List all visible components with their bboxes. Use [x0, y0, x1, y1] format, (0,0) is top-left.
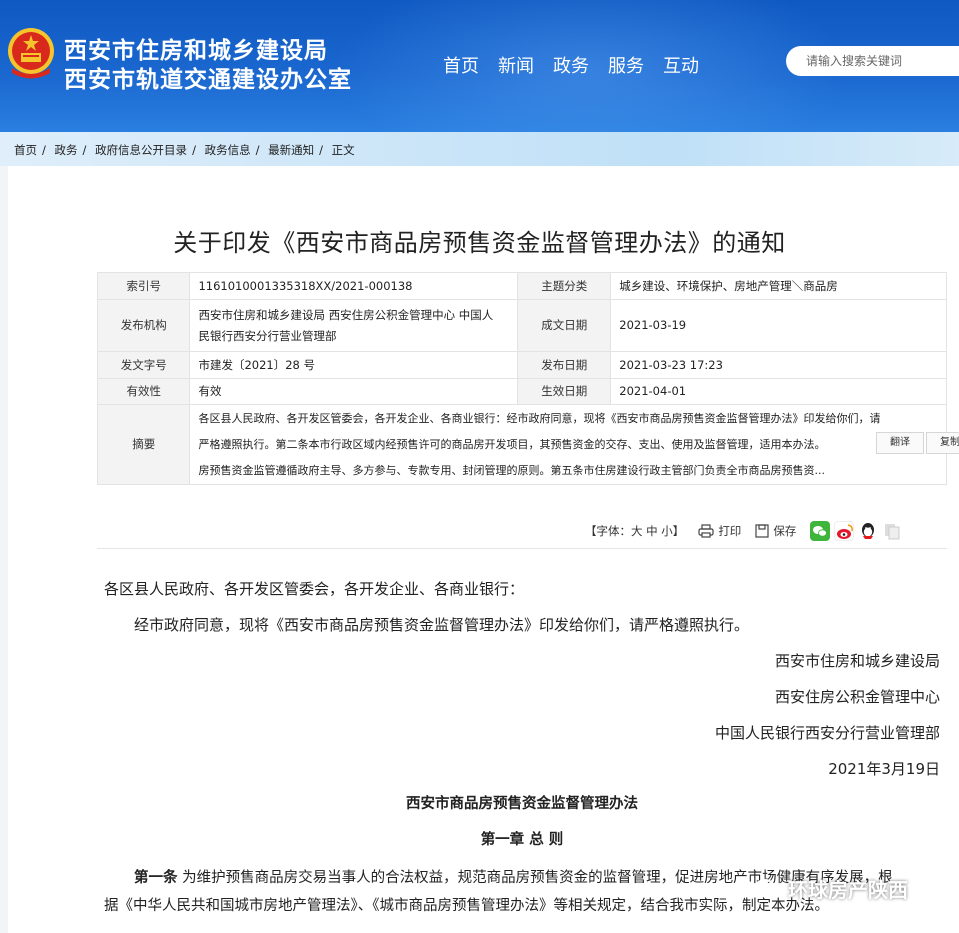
issuer-value: 西安市住房和城乡建设局 西安住房公积金管理中心 中国人 民银行西安分行营业管理部 — [189, 299, 519, 352]
watermark: 环球房产陕西 — [754, 874, 908, 903]
breadcrumb-disclosure-catalog[interactable]: 政府信息公开目录 — [95, 143, 187, 157]
weibo-glyph — [837, 524, 854, 539]
watermark-text: 环球房产陕西 — [788, 878, 908, 902]
font-size-selector[interactable]: 【字体：大 中 小】 — [585, 523, 684, 539]
abstract-line1: 各区县人民政府、各开发区管委会，各开发企业、各商业银行：经市政府同意，现将《西安… — [198, 411, 881, 425]
copy-glyph — [885, 524, 900, 540]
save-icon — [755, 524, 769, 538]
abstract-label: 摘要 — [96, 404, 191, 485]
topic-value: 城乡建设、环境保护、房地产管理＼商品房 — [610, 272, 947, 300]
index-label: 索引号 — [96, 272, 191, 300]
validity-label: 有效性 — [96, 378, 191, 405]
save-label: 保存 — [773, 524, 797, 538]
copy-button[interactable]: 复制 — [926, 432, 959, 454]
search-input[interactable] — [786, 46, 946, 76]
issuer-line1: 西安市住房和城乡建设局 西安住房公积金管理中心 中国人 — [198, 307, 494, 322]
validity-value: 有效 — [189, 378, 519, 405]
search-box — [786, 46, 959, 76]
docno-value: 市建发〔2021〕28 号 — [189, 351, 519, 379]
breadcrumb-current: 正文 — [331, 143, 355, 157]
printer-icon — [698, 524, 714, 538]
tools-divider — [97, 548, 947, 549]
nav-government-affairs[interactable]: 政务 — [553, 52, 589, 78]
breadcrumb-affairs[interactable]: 政务 — [55, 143, 78, 157]
article1-label: 第一条 — [134, 870, 178, 886]
abstract-actions: 翻译 复制 — [876, 432, 959, 454]
intro-paragraph: 经市政府同意，现将《西安市商品房预售资金监督管理办法》印发给你们，请严格遵照执行… — [134, 616, 750, 634]
print-label: 打印 — [718, 524, 742, 538]
issuer-line2: 民银行西安分行营业管理部 — [198, 328, 337, 343]
nav-home[interactable]: 首页 — [443, 52, 479, 78]
national-emblem-icon — [8, 28, 54, 79]
metadata-table: 索引号 1161010001335318XX/2021-000138 主题分类 … — [96, 272, 947, 485]
qq-glyph — [862, 523, 875, 539]
signature-fund-center: 西安住房公积金管理中心 — [774, 688, 940, 706]
regulation-title: 西安市商品房预售资金监督管理办法 — [406, 796, 638, 812]
page-title: 关于印发《西安市商品房预售资金监督管理办法》的通知 — [173, 229, 786, 257]
translate-button[interactable]: 翻译 — [876, 432, 924, 454]
wechat-glyph — [813, 526, 828, 537]
nav-services[interactable]: 服务 — [608, 52, 644, 78]
salutation: 各区县人民政府、各开发区管委会，各开发企业、各商业银行： — [104, 580, 525, 598]
breadcrumb-bar: 首页 / 政务 / 政府信息公开目录 / 政务信息 / 最新通知 / 正文 — [0, 132, 959, 166]
abstract-line2: 严格遵照执行。第二条本市行政区域内经预售许可的商品房开发项目，其预售资金的交存、… — [198, 437, 826, 451]
copy-link-icon[interactable] — [882, 521, 903, 541]
site-header: 西安市住房和城乡建设局 西安市轨道交通建设办公室 首页 新闻 政务 服务 互动 — [0, 0, 959, 132]
abstract-value: 各区县人民政府、各开发区管委会，各开发企业、各商业银行：经市政府同意，现将《西安… — [189, 404, 947, 485]
weibo-icon[interactable] — [834, 521, 855, 541]
docno-label: 发文字号 — [96, 351, 191, 379]
org-name-line2[interactable]: 西安市轨道交通建设办公室 — [64, 60, 352, 94]
nav-interaction[interactable]: 互动 — [663, 52, 699, 78]
document-date: 2021年3月19日 — [828, 760, 940, 778]
issuer-label: 发布机构 — [96, 299, 191, 352]
save-button[interactable]: 保存 — [755, 523, 796, 539]
abstract-line3: 房预售资金监管遵循政府主导、多方参与、专款专用、封闭管理的原则。第五条市住房建设… — [198, 463, 825, 477]
created-value: 2021-03-19 — [610, 299, 947, 352]
signature-pboc-xian: 中国人民银行西安分行营业管理部 — [714, 724, 940, 742]
effective-value: 2021-04-01 — [610, 378, 947, 405]
signature-housing-bureau: 西安市住房和城乡建设局 — [774, 652, 940, 670]
published-value: 2021-03-23 17:23 — [610, 351, 947, 379]
effective-label: 生效日期 — [517, 378, 612, 405]
print-button[interactable]: 打印 — [698, 523, 741, 539]
wechat-watermark-icon — [755, 878, 782, 898]
main-nav: 首页 新闻 政务 服务 互动 — [443, 52, 718, 78]
breadcrumb-affairs-info[interactable]: 政务信息 — [205, 143, 251, 157]
chapter-heading: 第一章 总 则 — [480, 832, 564, 848]
wechat-icon[interactable] — [810, 521, 831, 541]
qq-icon[interactable] — [858, 521, 879, 541]
breadcrumb-latest-notice[interactable]: 最新通知 — [268, 143, 314, 157]
nav-news[interactable]: 新闻 — [498, 52, 534, 78]
index-value: 1161010001335318XX/2021-000138 — [189, 272, 519, 300]
article1-line2: 据《中华人民共和国城市房地产管理法》、《城市商品房预售管理办法》等相关规定，结合… — [104, 898, 829, 914]
breadcrumb: 首页 / 政务 / 政府信息公开目录 / 政务信息 / 最新通知 / 正文 — [14, 143, 355, 157]
published-label: 发布日期 — [517, 351, 612, 379]
article-tools: 【字体：大 中 小】 打印 保存 — [585, 521, 906, 541]
topic-label: 主题分类 — [517, 272, 612, 300]
created-label: 成文日期 — [517, 299, 612, 352]
breadcrumb-home[interactable]: 首页 — [14, 143, 37, 157]
